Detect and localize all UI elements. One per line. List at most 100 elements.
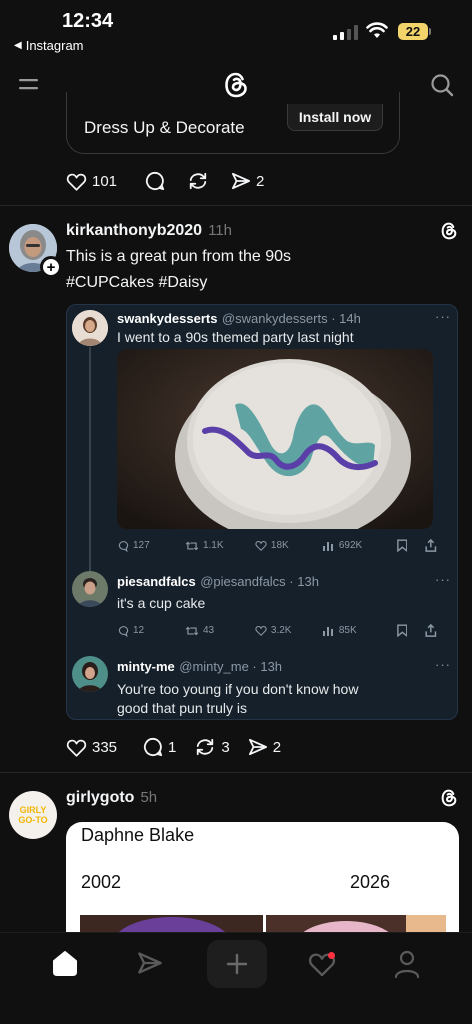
avatar-swankydesserts — [72, 310, 108, 346]
notification-dot — [328, 952, 335, 959]
back-app-label: Instagram — [25, 38, 84, 53]
post-divider — [0, 205, 472, 206]
tweet2-name: piesandfalcs — [117, 574, 196, 589]
share-count: 2 — [256, 172, 265, 190]
post1-header: kirkanthonyb2020 11h — [66, 222, 232, 240]
tweet1-more-icon: ··· — [435, 309, 451, 324]
tweet2-views-count: 85K — [338, 625, 357, 636]
tweet1-views: 692K — [322, 540, 397, 551]
home-icon[interactable] — [51, 950, 79, 976]
repost-button[interactable] — [187, 171, 209, 191]
post1-hashtags[interactable]: #CUPCakes #Daisy — [66, 270, 207, 296]
like-button[interactable]: 335 — [66, 738, 117, 757]
share-upload-icon — [425, 624, 437, 637]
post2-username[interactable]: girlygoto — [66, 789, 134, 806]
back-to-app-link[interactable]: ◀ Instagram — [14, 38, 84, 53]
tweet1-text: I went to a 90s themed party last night — [117, 329, 354, 345]
tweet1-handle: @swankydesserts · 14h — [221, 311, 361, 326]
avatar-piesandfalcs — [72, 571, 108, 607]
tweet3-text-line1: You're too young if you don't know how — [117, 681, 359, 697]
install-now-button[interactable]: Install now — [287, 104, 383, 131]
battery-indicator: 22 — [398, 23, 428, 40]
card-year-left: 2002 — [81, 872, 122, 892]
tweet3-more-icon: ··· — [435, 657, 451, 672]
tweet1-replies-count: 127 — [133, 540, 150, 551]
reply-button[interactable] — [145, 171, 165, 191]
back-triangle-icon: ◀ — [14, 40, 22, 51]
tweet2-retweets: 43 — [185, 625, 255, 637]
tweet2-handle: @piesandfalcs · 13h — [200, 574, 319, 589]
tweet1-name: swankydesserts — [117, 311, 218, 326]
share-upload-icon — [425, 539, 437, 552]
avatar-girlygoto[interactable]: GIRLY GO-TO — [9, 791, 57, 839]
menu-icon[interactable] — [18, 76, 40, 94]
share-count: 2 — [272, 738, 282, 756]
share-button[interactable]: 2 — [248, 738, 281, 756]
thread-line — [89, 347, 91, 571]
avatar-logo-text: GIRLY GO-TO — [18, 805, 48, 825]
like-count: 335 — [92, 738, 118, 756]
embedded-tweet-image[interactable]: swankydesserts @swankydesserts · 14h ···… — [66, 304, 458, 720]
card-year-right: 2026 — [350, 872, 391, 892]
post1-text-line1: This is a great pun from the 90s — [66, 248, 291, 265]
tweet2-stats: 12 43 3.2K 85K — [117, 624, 437, 637]
threads-post-icon[interactable] — [439, 221, 459, 241]
card-title: Daphne Blake — [81, 825, 195, 845]
send-icon — [232, 172, 251, 190]
like-button[interactable]: 101 — [66, 172, 117, 191]
bookmark-icon — [396, 624, 408, 637]
tweet1-retweets-count: 1.1K — [202, 540, 224, 551]
tweet2-likes: 3.2K — [255, 625, 323, 636]
follow-plus-button[interactable]: + — [40, 256, 62, 278]
tweet1-likes: 18K — [255, 540, 323, 551]
repost-icon — [189, 172, 207, 190]
tweet1-retweets: 1.1K — [185, 540, 255, 552]
repost-icon — [197, 738, 214, 756]
tweet3-handle: @minty_me · 13h — [179, 659, 283, 674]
repost-button[interactable]: 3 — [194, 737, 230, 757]
post1-username[interactable]: kirkanthonyb2020 — [66, 222, 202, 239]
tweet2-more-icon: ··· — [435, 572, 451, 587]
reply-count: 1 — [168, 738, 177, 756]
tweet2-text: it's a cup cake — [117, 595, 206, 611]
battery-tip — [429, 28, 431, 35]
cake-photo — [117, 349, 433, 529]
post-divider — [0, 772, 472, 773]
post2-header: girlygoto 5h — [66, 789, 157, 807]
profile-icon[interactable] — [394, 950, 420, 978]
tweet2-replies: 12 — [117, 625, 185, 637]
cellular-signal-icon — [333, 24, 359, 40]
wifi-icon — [366, 22, 388, 39]
like-count: 101 — [92, 172, 118, 190]
tweet2-replies-count: 12 — [133, 625, 145, 636]
search-icon[interactable] — [430, 73, 454, 97]
tweet2-likes-count: 3.2K — [270, 625, 292, 636]
ad-title: Dress Up & Decorate — [84, 118, 245, 137]
reply-button[interactable]: 1 — [143, 737, 176, 757]
send-icon — [248, 738, 267, 756]
comment-icon — [145, 171, 165, 191]
tweet1-likes-count: 18K — [270, 540, 289, 551]
status-time: 12:34 — [62, 10, 114, 32]
heart-icon — [66, 173, 87, 191]
ad-action-row: 101 2 — [66, 171, 282, 191]
share-button[interactable]: 2 — [231, 172, 264, 190]
avatar-minty-me — [72, 656, 108, 692]
comment-icon — [143, 737, 163, 757]
tweet1-views-count: 692K — [338, 540, 363, 551]
bookmark-icon — [396, 539, 408, 552]
tweet2-views: 85K — [322, 625, 397, 636]
post2-time: 5h — [140, 789, 158, 806]
tweet2-retweets-count: 43 — [202, 625, 215, 636]
plus-icon — [226, 953, 248, 975]
post1-action-row: 335 1 3 2 — [66, 737, 299, 757]
heart-icon — [66, 739, 87, 757]
create-post-button[interactable] — [207, 940, 267, 988]
send-nav-icon[interactable] — [137, 951, 163, 975]
threads-post-icon[interactable] — [439, 788, 459, 808]
tweet1-replies: 127 — [117, 540, 185, 552]
repost-count: 3 — [221, 738, 230, 756]
tweet3-text-line2: good that pun truly is — [117, 700, 247, 716]
tweet1-stats: 127 1.1K 18K 692K — [117, 539, 437, 552]
tweet3-name: minty-me — [117, 659, 175, 674]
